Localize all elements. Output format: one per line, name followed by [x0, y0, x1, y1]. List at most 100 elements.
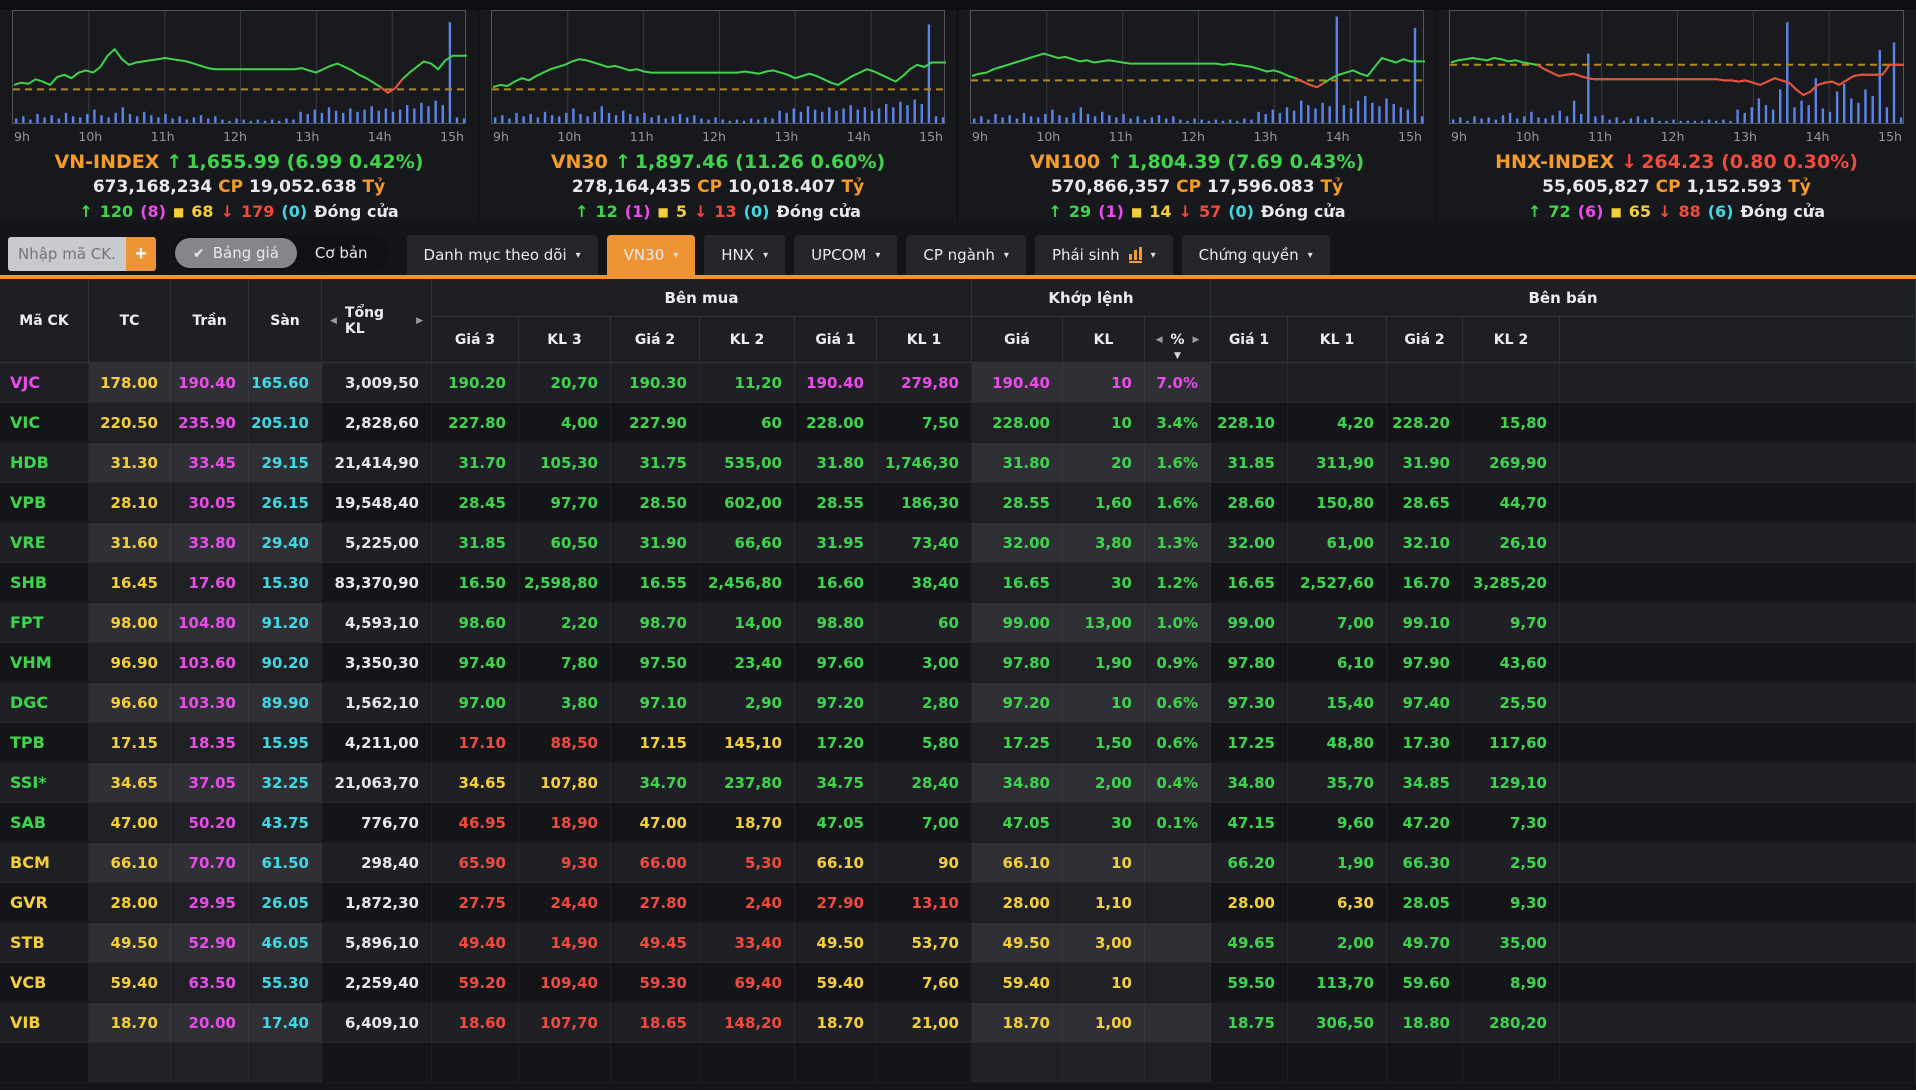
ticker-cell[interactable]: BCM — [0, 843, 89, 882]
table-row[interactable]: TPB 17.15 18.35 15.95 4,211,00 17.1088,5… — [0, 723, 1916, 763]
matched-vol-cell: 1,90 — [1063, 643, 1145, 682]
sell-price2-cell: 28.65 — [1387, 483, 1463, 522]
chevron-down-icon: ▾ — [1004, 250, 1009, 261]
tab-upcom[interactable]: UPCOM ▾ — [794, 235, 897, 275]
ref-price-cell: 66.10 — [89, 843, 171, 882]
buy-price2-cell — [611, 1043, 700, 1082]
col-header-total-volume[interactable]: ◀ Tổng KL ▶ — [322, 279, 432, 363]
ticker-cell[interactable]: SSI* — [0, 763, 89, 802]
buy-price1-cell: 59.40 — [795, 963, 877, 1002]
ref-price-cell: 31.30 — [89, 443, 171, 482]
table-row[interactable]: VIC 220.50 235.90 205.10 2,828,60 227.80… — [0, 403, 1916, 443]
toolbar: + ✔Bảng giá Cơ bản Danh mục theo dõi ▾ V… — [0, 221, 1916, 275]
index-name: VN-INDEX — [55, 151, 160, 173]
table-row[interactable]: VRE 31.60 33.80 29.40 5,225,00 31.8560,5… — [0, 523, 1916, 563]
sell-vol1-cell: 2,527,60 — [1288, 563, 1387, 602]
table-row[interactable]: HDB 31.30 33.45 29.15 21,414,90 31.70105… — [0, 443, 1916, 483]
buy-vol2-cell: 60 — [700, 403, 795, 442]
col-header-ceiling: Trần — [171, 279, 249, 363]
col-header-percent[interactable]: ◀ % ▶ ▼ — [1145, 317, 1211, 363]
table-row[interactable]: BCM 66.10 70.70 61.50 298,40 65.909,3066… — [0, 843, 1916, 883]
ticker-cell[interactable]: VRE — [0, 523, 89, 562]
scroll-left-icon[interactable]: ◀ — [330, 316, 337, 326]
ticker-cell[interactable]: VIB — [0, 1003, 89, 1042]
ref-price-cell — [89, 1043, 171, 1082]
tab-ph-i-sinh[interactable]: Phái sinh ▾ — [1035, 235, 1173, 275]
ticker-cell[interactable]: VCB — [0, 963, 89, 1002]
total-volume-cell: 21,063,70 — [322, 763, 432, 802]
tab-label: UPCOM — [811, 246, 866, 264]
ticker-cell[interactable]: FPT — [0, 603, 89, 642]
buy-price3-cell: 46.95 — [432, 803, 519, 842]
sell-vol1-cell: 113,70 — [1288, 963, 1387, 1002]
x-axis-tick: 13h — [295, 129, 319, 144]
chart-x-axis-labels: 9h10h11h12h13h14h15h — [1449, 124, 1904, 144]
ticker-cell[interactable]: GVR — [0, 883, 89, 922]
trailing-cell — [1560, 523, 1916, 562]
scroll-right-icon[interactable]: ▶ — [416, 316, 423, 326]
ticker-cell[interactable]: VIC — [0, 403, 89, 442]
ticker-cell[interactable]: HDB — [0, 443, 89, 482]
group-header-buy: Bên mua — [432, 279, 972, 317]
tab-vn30[interactable]: VN30 ▾ — [607, 235, 696, 275]
index-shares: 673,168,234 — [93, 177, 212, 197]
ticker-cell[interactable] — [0, 1043, 89, 1082]
x-axis-tick: 11h — [1109, 129, 1133, 144]
buy-price3-cell: 97.40 — [432, 643, 519, 682]
tab-ch-ng-quy-n[interactable]: Chứng quyền ▾ — [1182, 235, 1330, 275]
sell-vol2-cell: 2,50 — [1463, 843, 1560, 882]
table-row[interactable]: GVR 28.00 29.95 26.05 1,872,30 27.7524,4… — [0, 883, 1916, 923]
table-row[interactable]: DGC 96.60 103.30 89.90 1,562,10 97.003,8… — [0, 683, 1916, 723]
tab-label: VN30 — [624, 246, 665, 264]
sell-vol1-cell — [1288, 1043, 1387, 1082]
table-row[interactable]: STB 49.50 52.90 46.05 5,896,10 49.4014,9… — [0, 923, 1916, 963]
table-row[interactable]: SAB 47.00 50.20 43.75 776,70 46.9518,904… — [0, 803, 1916, 843]
table-row[interactable]: SSI* 34.65 37.05 32.25 21,063,70 34.6510… — [0, 763, 1916, 803]
trailing-cell — [1560, 403, 1916, 442]
trailing-cell — [1560, 483, 1916, 522]
table-row[interactable]: VJC 178.00 190.40 165.60 3,009,50 190.20… — [0, 363, 1916, 403]
col-header-matched-price: Giá — [972, 317, 1063, 363]
ticker-cell[interactable]: TPB — [0, 723, 89, 762]
view-toggle-basic[interactable]: Cơ bản — [297, 238, 386, 268]
table-row[interactable]: VHM 96.90 103.60 90.20 3,350,30 97.407,8… — [0, 643, 1916, 683]
tab-cp-ng-nh[interactable]: CP ngành ▾ — [906, 235, 1026, 275]
ceiling-price-cell: 18.35 — [171, 723, 249, 762]
ticker-cell[interactable]: SAB — [0, 803, 89, 842]
ticker-cell[interactable]: SHB — [0, 563, 89, 602]
buy-vol1-cell: 186,30 — [877, 483, 972, 522]
advancers-count: 72 — [1548, 202, 1570, 221]
ticker-cell[interactable]: DGC — [0, 683, 89, 722]
add-ticker-button[interactable]: + — [126, 237, 156, 271]
unchanged-square-icon: ■ — [658, 205, 669, 219]
buy-vol3-cell: 107,70 — [519, 1003, 611, 1042]
ref-price-cell: 220.50 — [89, 403, 171, 442]
table-row[interactable]: VCB 59.40 63.50 55.30 2,259,40 59.20109,… — [0, 963, 1916, 1003]
ticker-cell[interactable]: VHM — [0, 643, 89, 682]
ticker-cell[interactable]: VPB — [0, 483, 89, 522]
x-axis-tick: 11h — [630, 129, 654, 144]
matched-price-cell: 28.00 — [972, 883, 1063, 922]
scroll-right-icon[interactable]: ▶ — [1193, 335, 1200, 345]
search-input[interactable] — [8, 237, 126, 271]
floor-price-cell: 15.95 — [249, 723, 322, 762]
table-row[interactable]: VIB 18.70 20.00 17.40 6,409,10 18.60107,… — [0, 1003, 1916, 1043]
buy-vol2-cell: 5,30 — [700, 843, 795, 882]
table-row[interactable]: SHB 16.45 17.60 15.30 83,370,90 16.502,5… — [0, 563, 1916, 603]
view-toggle-price-board[interactable]: ✔Bảng giá — [175, 238, 297, 268]
tab-hnx[interactable]: HNX ▾ — [704, 235, 785, 275]
buy-price1-cell: 190.40 — [795, 363, 877, 402]
tab-danh-m-c-theo-d-i[interactable]: Danh mục theo dõi ▾ — [407, 235, 598, 275]
total-volume-cell: 3,009,50 — [322, 363, 432, 402]
buy-price1-cell: 49.50 — [795, 923, 877, 962]
total-volume-cell: 776,70 — [322, 803, 432, 842]
table-row[interactable]: VPB 28.10 30.05 26.15 19,548,40 28.4597,… — [0, 483, 1916, 523]
scroll-left-icon[interactable]: ◀ — [1156, 335, 1163, 345]
table-row[interactable] — [0, 1043, 1916, 1083]
ticker-cell[interactable]: STB — [0, 923, 89, 962]
buy-vol1-cell: 60 — [877, 603, 972, 642]
table-row[interactable]: FPT 98.00 104.80 91.20 4,593,10 98.602,2… — [0, 603, 1916, 643]
ticker-cell[interactable]: VJC — [0, 363, 89, 402]
index-turnover: 10,018.407 — [728, 177, 836, 197]
floor-price-cell: 55.30 — [249, 963, 322, 1002]
